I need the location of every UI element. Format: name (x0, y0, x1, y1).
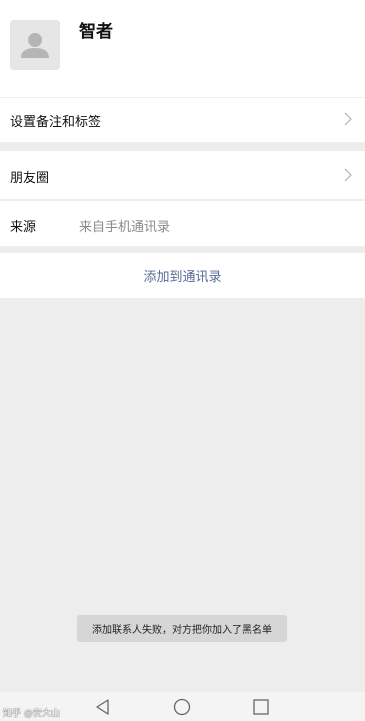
recent-square-icon[interactable] (251, 697, 271, 717)
profile-header: 智者 (0, 0, 365, 97)
home-circle-icon[interactable] (172, 697, 192, 717)
back-triangle-icon[interactable] (93, 697, 113, 717)
contact-name: 智者 (79, 22, 113, 42)
source-row: 来源 来自手机通讯录 (0, 201, 365, 246)
source-value: 来自手机通讯录 (79, 220, 171, 235)
source-label: 来源 (10, 220, 37, 235)
add-to-contacts-button[interactable]: 添加到通讯录 (0, 253, 365, 298)
remark-and-tags-row[interactable]: 设置备注和标签 (0, 98, 365, 142)
watermark: 知乎 @安大山 (3, 709, 60, 719)
add-to-contacts-row: 添加到通讯录 (0, 253, 365, 298)
moments-row[interactable]: 朋友圈 (0, 151, 365, 200)
default-avatar-icon (10, 20, 60, 70)
chevron-right-icon (344, 112, 352, 126)
error-toast: 添加联系人失败，对方把你加入了黑名单 (77, 615, 287, 642)
remark-and-tags-label: 设置备注和标签 (10, 115, 102, 130)
moments-label: 朋友圈 (10, 171, 50, 186)
avatar[interactable] (10, 20, 60, 70)
row-divider (0, 199, 365, 200)
chevron-right-icon (344, 168, 352, 182)
